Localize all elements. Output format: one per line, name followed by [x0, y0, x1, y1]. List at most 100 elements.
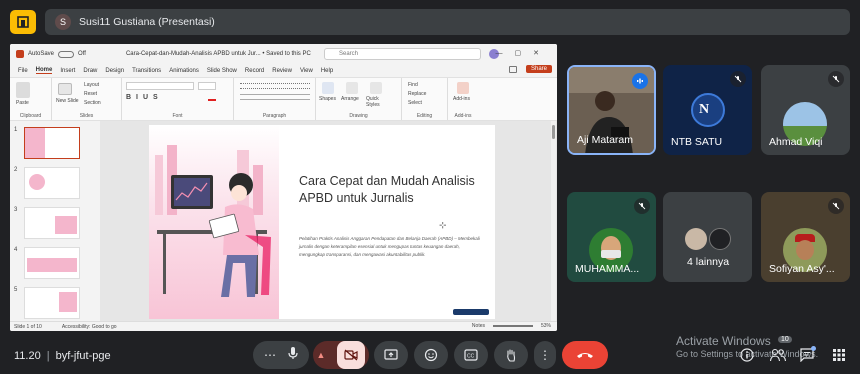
- people-icon[interactable]: [769, 348, 787, 362]
- shared-screen: AutoSave Off Cara-Cepat-dan-Mudah-Analis…: [10, 44, 557, 331]
- more-options-button[interactable]: ⋮: [534, 341, 556, 369]
- reset-button[interactable]: Reset: [84, 91, 97, 97]
- slide-thumb[interactable]: [24, 287, 80, 319]
- present-button[interactable]: [374, 341, 408, 369]
- menu-animations[interactable]: Animations: [169, 68, 199, 74]
- font-format-buttons[interactable]: BIUS: [126, 94, 163, 101]
- thumb-number: 4: [14, 247, 18, 253]
- comments-icon[interactable]: [509, 66, 517, 73]
- camera-control: ▲: [313, 341, 369, 369]
- slide-thumb[interactable]: [24, 247, 80, 279]
- shapes-label: Shapes: [319, 96, 336, 102]
- emoji-icon: [424, 348, 438, 362]
- shapes-icon[interactable]: [322, 82, 334, 94]
- participant-tile-muhamma[interactable]: MUHAMMA...: [567, 192, 656, 282]
- presenter-bar: S Susi11 Gustiana (Presentasi): [45, 9, 850, 35]
- activate-windows-title: Activate Windows: [676, 334, 771, 348]
- font-size-select[interactable]: [198, 82, 216, 90]
- raise-hand-button[interactable]: [494, 341, 528, 369]
- arrange-icon[interactable]: [346, 82, 358, 94]
- window-controls[interactable]: —▢✕: [496, 49, 551, 57]
- camera-off-button[interactable]: [337, 341, 366, 369]
- zoom-level[interactable]: 53%: [541, 323, 551, 329]
- font-color-icon[interactable]: [208, 94, 216, 101]
- participant-name: NTB SATU: [671, 136, 723, 148]
- notes-button[interactable]: Notes: [472, 323, 485, 329]
- participant-tile-aji[interactable]: Aji Mataram: [567, 65, 656, 155]
- participant-tile-others[interactable]: 4 lainnya: [663, 192, 752, 282]
- ppt-search[interactable]: Search: [324, 48, 481, 60]
- captions-button[interactable]: CC: [454, 341, 488, 369]
- ntb-logo-avatar: N: [691, 93, 725, 127]
- menu-home[interactable]: Home: [35, 67, 53, 74]
- ppt-ribbon: Paste Clipboard New Slide Layout Reset S…: [10, 77, 557, 121]
- participant-tile-ahmad[interactable]: Ahmad Viqi: [761, 65, 850, 155]
- slide-thumb[interactable]: [24, 207, 80, 239]
- group-label: Add-ins: [454, 113, 472, 119]
- hand-icon: [507, 349, 516, 362]
- find-button[interactable]: Find: [408, 82, 418, 88]
- meeting-info: 11.20 | byf-jfut-pge: [14, 350, 111, 362]
- menu-draw[interactable]: Draw: [83, 68, 97, 74]
- zoom-slider[interactable]: [492, 325, 533, 327]
- menu-record[interactable]: Record: [245, 68, 264, 74]
- layout-button[interactable]: Layout: [84, 82, 99, 88]
- quick-styles-icon[interactable]: [370, 82, 382, 94]
- more-vert-icon: ⋮: [539, 348, 551, 362]
- menu-design[interactable]: Design: [105, 68, 124, 74]
- cursor-icon: ⊹: [439, 220, 447, 230]
- list-buttons[interactable]: [240, 83, 310, 89]
- section-button[interactable]: Section: [84, 100, 101, 106]
- hang-up-icon: [577, 353, 593, 358]
- thumb-number: 3: [14, 207, 18, 213]
- chevron-up-icon[interactable]: ▲: [317, 350, 326, 360]
- font-name-select[interactable]: [126, 82, 194, 90]
- participant-tile-sofiyan[interactable]: Sofiyan Asy'...: [761, 192, 850, 282]
- ppt-titlebar: AutoSave Off Cara-Cepat-dan-Mudah-Analis…: [10, 44, 557, 64]
- meeting-layout-icon[interactable]: [10, 10, 36, 34]
- share-button[interactable]: Share: [525, 65, 552, 73]
- thumb-number: 5: [14, 287, 18, 293]
- participant-name: Aji Mataram: [577, 134, 634, 146]
- leave-call-button[interactable]: [562, 341, 608, 369]
- chat-count-badge: 10: [778, 336, 792, 343]
- group-slides: New Slide Layout Reset Section Slides: [52, 78, 122, 120]
- select-button[interactable]: Select: [408, 100, 422, 106]
- menu-slideshow[interactable]: Slide Show: [207, 68, 237, 74]
- menu-view[interactable]: View: [300, 68, 313, 74]
- participant-tile-ntb[interactable]: N NTB SATU: [663, 65, 752, 155]
- menu-help[interactable]: Help: [321, 68, 333, 74]
- accessibility-status[interactable]: Accessibility: Good to go: [62, 324, 117, 330]
- group-label: Editing: [416, 113, 433, 119]
- new-slide-icon[interactable]: [58, 83, 72, 95]
- autosave-label: AutoSave: [28, 51, 55, 57]
- slide-thumb[interactable]: [24, 167, 80, 199]
- align-buttons[interactable]: [240, 94, 310, 100]
- activities-icon[interactable]: [832, 348, 846, 362]
- group-font: BIUS Font: [122, 78, 234, 120]
- quick-styles-label: Quick Styles: [366, 96, 380, 108]
- paste-icon[interactable]: [16, 82, 30, 98]
- menu-file[interactable]: File: [18, 68, 28, 74]
- participant-name: Ahmad Viqi: [769, 136, 823, 148]
- replace-button[interactable]: Replace: [408, 91, 426, 97]
- current-slide[interactable]: Cara Cepat dan Mudah Analisis APBD untuk…: [149, 125, 495, 319]
- slide-thumbnails: 1 2 3 4 5: [10, 121, 96, 321]
- autosave-toggle[interactable]: [58, 50, 75, 58]
- vertical-scrollbar[interactable]: [551, 121, 556, 321]
- group-label: Paragraph: [262, 113, 287, 119]
- participant-name: Sofiyan Asy'...: [769, 263, 835, 275]
- group-paragraph: Paragraph: [234, 78, 316, 120]
- reactions-button[interactable]: [414, 341, 448, 369]
- clock-time: 11.20: [14, 350, 41, 362]
- slide-illustration: [149, 125, 279, 319]
- more-audio-options-icon[interactable]: ⋯: [264, 348, 276, 362]
- menu-insert[interactable]: Insert: [60, 68, 75, 74]
- slide-thumb[interactable]: [24, 127, 80, 159]
- info-icon[interactable]: [740, 348, 754, 362]
- menu-review[interactable]: Review: [272, 68, 292, 74]
- menu-transitions[interactable]: Transitions: [132, 68, 161, 74]
- addins-icon[interactable]: [457, 82, 469, 94]
- chat-icon[interactable]: [800, 346, 816, 363]
- mic-icon[interactable]: [288, 346, 298, 365]
